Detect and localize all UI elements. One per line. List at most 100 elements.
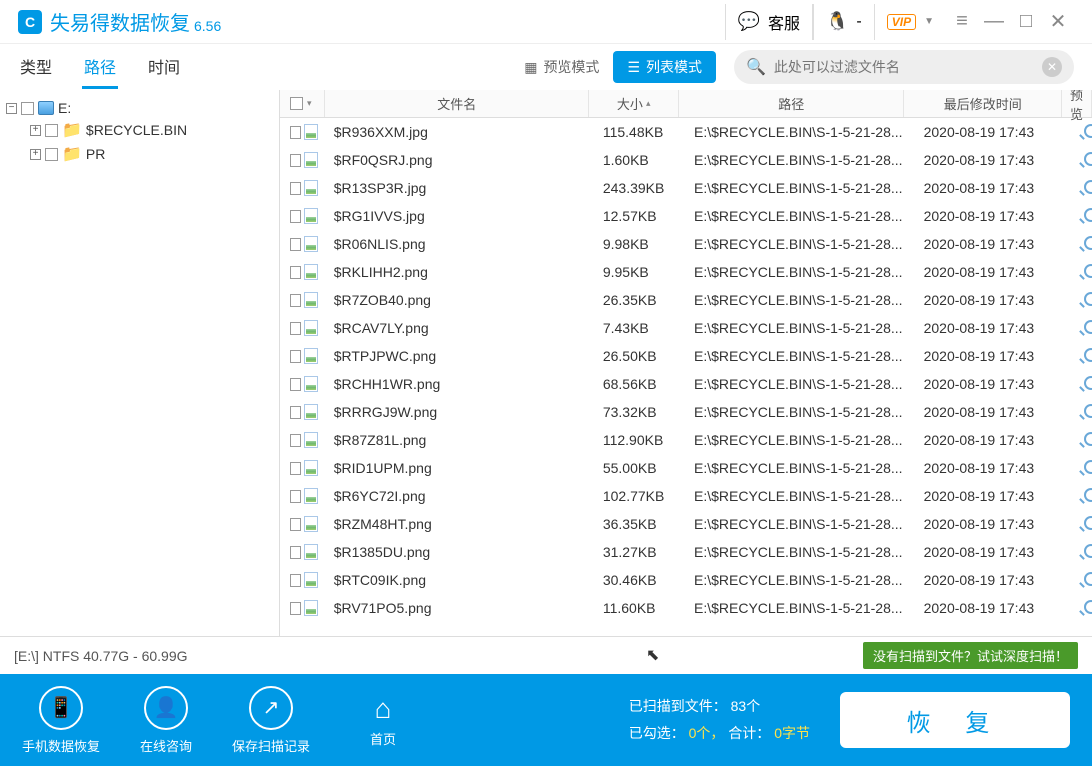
select-all-checkbox[interactable] <box>290 97 303 110</box>
row-checkbox[interactable] <box>290 182 301 195</box>
row-checkbox[interactable] <box>290 350 301 363</box>
account-label: - <box>856 13 861 31</box>
file-size: 9.95KB <box>595 264 686 280</box>
file-date: 2020-08-19 17:43 <box>916 124 1076 140</box>
header-size[interactable]: 大小▴ <box>589 90 679 117</box>
tree-root[interactable]: − E: <box>6 98 273 118</box>
row-checkbox[interactable] <box>290 602 301 615</box>
file-list-body[interactable]: $R936XXM.jpg115.48KBE:\$RECYCLE.BIN\S-1-… <box>280 118 1092 636</box>
row-checkbox[interactable] <box>290 518 301 531</box>
table-row[interactable]: $R1385DU.png31.27KBE:\$RECYCLE.BIN\S-1-5… <box>280 538 1092 566</box>
table-row[interactable]: $R13SP3R.jpg243.39KBE:\$RECYCLE.BIN\S-1-… <box>280 174 1092 202</box>
header-check[interactable]: ▾ <box>280 90 325 117</box>
table-row[interactable]: $RID1UPM.png55.00KBE:\$RECYCLE.BIN\S-1-5… <box>280 454 1092 482</box>
service-button[interactable]: 💬 客服 <box>725 4 813 40</box>
file-name: $RCAV7LY.png <box>326 320 595 336</box>
row-checkbox[interactable] <box>290 210 301 223</box>
scanned-count: 83个 <box>731 698 761 714</box>
deep-scan-hint[interactable]: 没有扫描到文件？试试深度扫描！ <box>863 642 1078 669</box>
account-button[interactable]: 🐧 - <box>813 4 875 40</box>
file-path: E:\$RECYCLE.BIN\S-1-5-21-28... <box>686 320 916 336</box>
table-row[interactable]: $RF0QSRJ.png1.60KBE:\$RECYCLE.BIN\S-1-5-… <box>280 146 1092 174</box>
row-checkbox[interactable] <box>290 378 301 391</box>
file-list: ▾ 文件名 大小▴ 路径 最后修改时间 预览 $R936XXM.jpg115.4… <box>280 90 1092 636</box>
phone-icon: 📱 <box>39 686 83 730</box>
expand-icon[interactable]: + <box>30 149 41 160</box>
app-logo-icon: C <box>18 10 42 34</box>
table-row[interactable]: $R6YC72I.png102.77KBE:\$RECYCLE.BIN\S-1-… <box>280 482 1092 510</box>
row-checkbox[interactable] <box>290 434 301 447</box>
clear-search-button[interactable]: ✕ <box>1042 57 1062 77</box>
expand-icon[interactable]: + <box>30 125 41 136</box>
tree-checkbox[interactable] <box>45 124 58 137</box>
mobile-recover-button[interactable]: 📱 手机数据恢复 <box>22 686 100 755</box>
row-checkbox[interactable] <box>290 266 301 279</box>
bottom-bar: 📱 手机数据恢复 👤 在线咨询 ↗ 保存扫描记录 ⌂ 首页 已扫描到文件： 83… <box>0 674 1092 766</box>
tree-checkbox[interactable] <box>45 148 58 161</box>
table-row[interactable]: $RZM48HT.png36.35KBE:\$RECYCLE.BIN\S-1-5… <box>280 510 1092 538</box>
file-name: $RV71PO5.png <box>326 600 595 616</box>
table-row[interactable]: $R7ZOB40.png26.35KBE:\$RECYCLE.BIN\S-1-5… <box>280 286 1092 314</box>
tree-checkbox[interactable] <box>21 102 34 115</box>
file-size: 11.60KB <box>595 600 686 616</box>
menu-button[interactable]: ≡ <box>946 10 978 33</box>
tab-time[interactable]: 时间 <box>146 46 182 89</box>
close-button[interactable]: ✕ <box>1042 9 1074 34</box>
file-date: 2020-08-19 17:43 <box>916 432 1076 448</box>
row-checkbox[interactable] <box>290 462 301 475</box>
home-button[interactable]: ⌂ 首页 <box>370 693 396 748</box>
table-row[interactable]: $RRRGJ9W.png73.32KBE:\$RECYCLE.BIN\S-1-5… <box>280 398 1092 426</box>
table-row[interactable]: $RG1IVVS.jpg12.57KBE:\$RECYCLE.BIN\S-1-5… <box>280 202 1092 230</box>
search-box[interactable]: 🔍 ✕ <box>734 50 1074 84</box>
recover-button[interactable]: 恢 复 <box>840 692 1070 748</box>
file-path: E:\$RECYCLE.BIN\S-1-5-21-28... <box>686 236 916 252</box>
table-row[interactable]: $RV71PO5.png11.60KBE:\$RECYCLE.BIN\S-1-5… <box>280 594 1092 622</box>
app-title: 失易得数据恢复 <box>50 7 190 36</box>
preview-mode-button[interactable]: ▦ 预览模式 <box>510 51 613 83</box>
file-date: 2020-08-19 17:43 <box>916 348 1076 364</box>
table-row[interactable]: $RCHH1WR.png68.56KBE:\$RECYCLE.BIN\S-1-5… <box>280 370 1092 398</box>
image-file-icon <box>304 152 318 168</box>
file-date: 2020-08-19 17:43 <box>916 292 1076 308</box>
tab-path[interactable]: 路径 <box>82 46 118 89</box>
export-icon: ↗ <box>249 686 293 730</box>
row-checkbox[interactable] <box>290 294 301 307</box>
file-size: 102.77KB <box>595 488 686 504</box>
table-row[interactable]: $R936XXM.jpg115.48KBE:\$RECYCLE.BIN\S-1-… <box>280 118 1092 146</box>
save-record-button[interactable]: ↗ 保存扫描记录 <box>232 686 310 755</box>
file-name: $RCHH1WR.png <box>326 376 595 392</box>
tree-item-pr[interactable]: + 📁 PR <box>6 142 273 166</box>
header-date[interactable]: 最后修改时间 <box>904 90 1062 117</box>
table-row[interactable]: $R87Z81L.png112.90KBE:\$RECYCLE.BIN\S-1-… <box>280 426 1092 454</box>
row-checkbox[interactable] <box>290 490 301 503</box>
tree-item-label: PR <box>86 146 105 162</box>
row-checkbox[interactable] <box>290 154 301 167</box>
minimize-button[interactable]: — <box>978 10 1010 33</box>
row-checkbox[interactable] <box>290 546 301 559</box>
folder-tree[interactable]: − E: + 📁 $RECYCLE.BIN + 📁 PR <box>0 90 280 636</box>
table-row[interactable]: $R06NLIS.png9.98KBE:\$RECYCLE.BIN\S-1-5-… <box>280 230 1092 258</box>
chevron-down-icon[interactable]: ▾ <box>307 98 312 109</box>
row-checkbox[interactable] <box>290 406 301 419</box>
table-row[interactable]: $RCAV7LY.png7.43KBE:\$RECYCLE.BIN\S-1-5-… <box>280 314 1092 342</box>
collapse-icon[interactable]: − <box>6 103 17 114</box>
row-checkbox[interactable] <box>290 238 301 251</box>
row-checkbox[interactable] <box>290 322 301 335</box>
header-preview[interactable]: 预览 <box>1062 90 1092 117</box>
table-row[interactable]: $RTPJPWC.png26.50KBE:\$RECYCLE.BIN\S-1-5… <box>280 342 1092 370</box>
list-mode-button[interactable]: ☰ 列表模式 <box>613 51 716 83</box>
table-row[interactable]: $RKLIHH2.png9.95KBE:\$RECYCLE.BIN\S-1-5-… <box>280 258 1092 286</box>
file-date: 2020-08-19 17:43 <box>916 376 1076 392</box>
row-checkbox[interactable] <box>290 574 301 587</box>
maximize-button[interactable]: □ <box>1010 10 1042 33</box>
tree-item-recycle[interactable]: + 📁 $RECYCLE.BIN <box>6 118 273 142</box>
file-path: E:\$RECYCLE.BIN\S-1-5-21-28... <box>686 292 916 308</box>
header-name[interactable]: 文件名 <box>325 90 589 117</box>
consult-button[interactable]: 👤 在线咨询 <box>140 686 192 755</box>
tab-type[interactable]: 类型 <box>18 46 54 89</box>
search-input[interactable] <box>774 59 1042 75</box>
header-path[interactable]: 路径 <box>679 90 904 117</box>
vip-button[interactable]: VIP ▼ <box>875 10 946 34</box>
row-checkbox[interactable] <box>290 126 301 139</box>
table-row[interactable]: $RTC09IK.png30.46KBE:\$RECYCLE.BIN\S-1-5… <box>280 566 1092 594</box>
